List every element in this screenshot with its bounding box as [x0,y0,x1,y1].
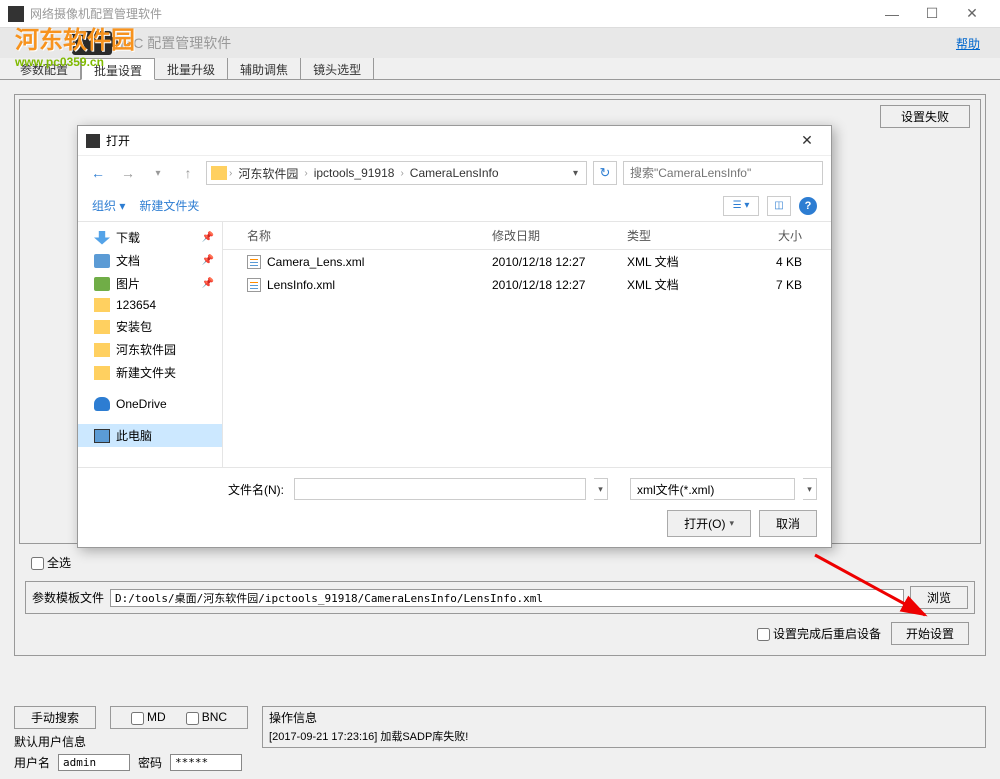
nav-search-input[interactable] [623,161,823,185]
sidebar-item-1[interactable]: 文档📌 [78,249,222,272]
tab-assist-focus[interactable]: 辅助调焦 [228,58,301,79]
nav-path[interactable]: › 河东软件园 › ipctools_91918 › CameraLensInf… [206,161,587,185]
folder-icon [94,320,110,334]
md-checkbox[interactable] [131,712,144,725]
new-folder-button[interactable]: 新建文件夹 [139,197,199,214]
sidebar-item-6[interactable]: 新建文件夹 [78,361,222,384]
app-title: IPC 配置管理软件 [120,33,231,53]
file-open-dialog: 打开 ✕ ← → ▾ ↑ › 河东软件园 › ipctools_91918 › … [77,125,832,548]
tab-lens-select[interactable]: 镜头选型 [301,58,374,79]
op-info-text: [2017-09-21 17:23:16] 加载SADP库失败! [269,728,979,744]
filename-dropdown[interactable]: ▾ [594,478,608,500]
app-header: IPC 配置管理软件 帮助 [0,28,1000,58]
close-button[interactable]: ✕ [952,2,992,26]
col-type[interactable]: 类型 [627,227,737,244]
open-button[interactable]: 打开(O) ▾ [667,510,751,537]
nav-dropdown-button[interactable]: ▾ [146,161,170,185]
maximize-button[interactable]: ☐ [912,2,952,26]
cloud-icon [94,397,110,411]
breadcrumb-2[interactable]: CameraLensInfo [406,166,503,180]
cancel-button[interactable]: 取消 [759,510,817,537]
select-all-label[interactable]: 全选 [31,556,71,570]
restart-checkbox[interactable] [757,628,770,641]
nav-refresh-button[interactable]: ↻ [593,161,617,185]
xml-file-icon [247,255,261,269]
filename-label: 文件名(N): [228,481,286,498]
xml-file-icon [247,278,261,292]
folder-icon [94,366,110,380]
start-setting-button[interactable]: 开始设置 [891,622,969,645]
folder-icon [94,298,110,312]
default-user-label: 默认用户信息 [14,733,86,750]
main-tabs: 参数配置 批量设置 批量升级 辅助调焦 镜头选型 [0,58,1000,80]
username-label: 用户名 [14,754,50,771]
help-icon[interactable]: ? [799,197,817,215]
file-row[interactable]: LensInfo.xml2010/12/18 12:27XML 文档7 KB [223,273,831,296]
pic-icon [94,277,110,291]
app-icon [8,6,24,22]
breadcrumb-0[interactable]: 河东软件园 [234,165,302,182]
sidebar-item-3[interactable]: 123654 [78,295,222,315]
md-label[interactable]: MD [131,710,166,724]
sidebar-item-4[interactable]: 安装包 [78,315,222,338]
pin-icon: 📌 [202,255,214,266]
sidebar-item-8[interactable]: 此电脑 [78,424,222,447]
dialog-sidebar: 下载📌文档📌图片📌123654安装包河东软件园新建文件夹 OneDrive 此电脑 [78,222,223,467]
restart-label[interactable]: 设置完成后重启设备 [757,625,881,642]
view-mode-button[interactable]: ☰ ▾ [723,196,759,216]
username-input[interactable] [58,754,130,771]
window-title: 网络摄像机配置管理软件 [30,5,872,22]
main-titlebar: 网络摄像机配置管理软件 — ☐ ✕ [0,0,1000,28]
tab-batch-setting[interactable]: 批量设置 [81,58,155,80]
organize-button[interactable]: 组织 ▾ [92,197,125,214]
dialog-title: 打开 [106,132,791,149]
pin-icon: 📌 [202,232,214,243]
setting-fail-button[interactable]: 设置失败 [880,105,970,128]
dialog-close-button[interactable]: ✕ [791,132,823,149]
filetype-select[interactable]: xml文件(*.xml) [630,478,795,500]
sidebar-item-5[interactable]: 河东软件园 [78,338,222,361]
nav-up-button[interactable]: ↑ [176,161,200,185]
sidebar-item-0[interactable]: 下载📌 [78,226,222,249]
template-label: 参数模板文件 [32,589,104,606]
pin-icon: 📌 [202,278,214,289]
select-all-checkbox[interactable] [31,557,44,570]
nav-back-button[interactable]: ← [86,161,110,185]
filetype-dropdown[interactable]: ▾ [803,478,817,500]
col-size[interactable]: 大小 [737,227,802,244]
doc-icon [94,254,110,268]
preview-pane-button[interactable]: ◫ [767,196,791,216]
file-row[interactable]: Camera_Lens.xml2010/12/18 12:27XML 文档4 K… [223,250,831,273]
path-dropdown[interactable]: ▾ [569,168,582,179]
template-path-input[interactable] [110,589,904,607]
tab-batch-upgrade[interactable]: 批量升级 [155,58,228,79]
camera-icon [72,31,112,55]
bnc-label[interactable]: BNC [186,710,227,724]
password-input[interactable] [170,754,242,771]
col-name[interactable]: 名称 [247,227,492,244]
dialog-icon [86,134,100,148]
filelist-header: 名称 修改日期 类型 大小 [223,222,831,250]
download-icon [94,231,110,245]
tab-param-config[interactable]: 参数配置 [8,58,81,79]
op-info-label: 操作信息 [269,709,979,726]
bnc-checkbox[interactable] [186,712,199,725]
password-label: 密码 [138,754,162,771]
sidebar-item-7[interactable]: OneDrive [78,394,222,414]
pc-icon [94,429,110,443]
help-link[interactable]: 帮助 [956,35,980,52]
filename-input[interactable] [294,478,586,500]
sidebar-item-2[interactable]: 图片📌 [78,272,222,295]
nav-forward-button[interactable]: → [116,161,140,185]
minimize-button[interactable]: — [872,2,912,26]
breadcrumb-1[interactable]: ipctools_91918 [310,166,399,180]
folder-icon [94,343,110,357]
browse-button[interactable]: 浏览 [910,586,968,609]
folder-icon [211,166,227,180]
col-date[interactable]: 修改日期 [492,227,627,244]
manual-search-button[interactable]: 手动搜索 [14,706,96,729]
